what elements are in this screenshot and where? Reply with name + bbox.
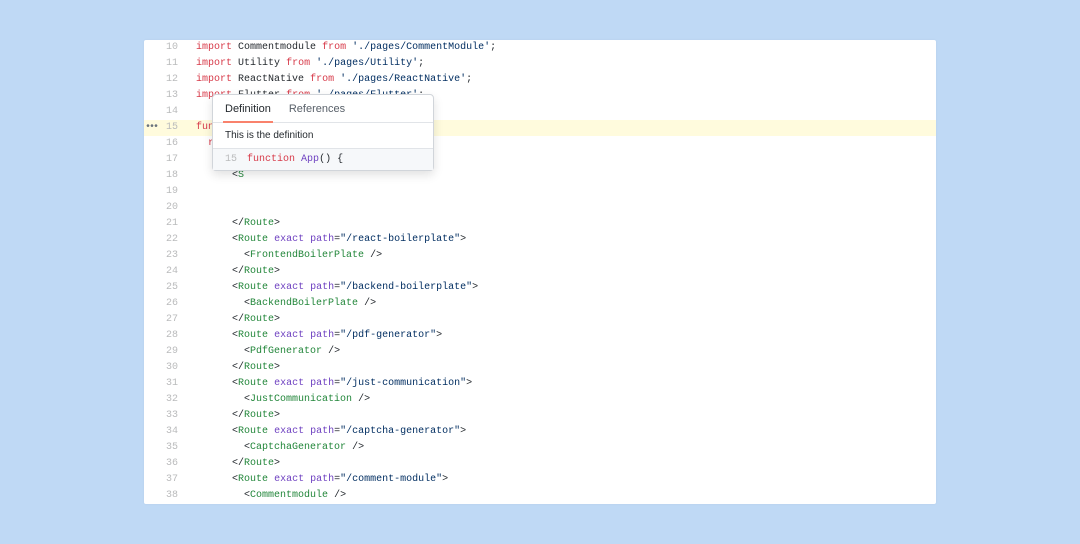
line-number[interactable]: 21: [158, 216, 186, 232]
code-content[interactable]: <CaptchaGenerator />: [186, 440, 936, 456]
line-number[interactable]: 35: [158, 440, 186, 456]
code-content[interactable]: <Route exact path="/pdf-generator">: [186, 328, 936, 344]
line-number[interactable]: 27: [158, 312, 186, 328]
code-content[interactable]: import Commentmodule from './pages/Comme…: [186, 40, 936, 56]
code-line[interactable]: 21 </Route>: [144, 216, 936, 232]
code-line[interactable]: 32 <JustCommunication />: [144, 392, 936, 408]
line-number[interactable]: 22: [158, 232, 186, 248]
code-content[interactable]: <JustCommunication />: [186, 392, 936, 408]
line-number[interactable]: 20: [158, 200, 186, 216]
line-number[interactable]: 18: [158, 168, 186, 184]
line-number[interactable]: 24: [158, 264, 186, 280]
line-number[interactable]: 23: [158, 248, 186, 264]
code-content[interactable]: import Utility from './pages/Utility';: [186, 56, 936, 72]
line-number[interactable]: 16: [158, 136, 186, 152]
line-number[interactable]: 31: [158, 376, 186, 392]
code-content[interactable]: <Route exact path="/backend-boilerplate"…: [186, 280, 936, 296]
definition-popup: Definition References This is the defini…: [212, 94, 434, 171]
code-content[interactable]: </Route>: [186, 408, 936, 424]
code-line[interactable]: 34 <Route exact path="/captcha-generator…: [144, 424, 936, 440]
line-number[interactable]: 38: [158, 488, 186, 504]
line-number[interactable]: 26: [158, 296, 186, 312]
code-content[interactable]: <Route exact path="/just-communication">: [186, 376, 936, 392]
code-line[interactable]: 37 <Route exact path="/comment-module">: [144, 472, 936, 488]
line-number[interactable]: 13: [158, 88, 186, 104]
code-content[interactable]: </Route>: [186, 216, 936, 232]
line-number[interactable]: 14: [158, 104, 186, 120]
code-content[interactable]: <PdfGenerator />: [186, 344, 936, 360]
code-line[interactable]: 30 </Route>: [144, 360, 936, 376]
code-line[interactable]: 24 </Route>: [144, 264, 936, 280]
code-content[interactable]: </Route>: [186, 312, 936, 328]
tab-references[interactable]: References: [287, 101, 347, 122]
code-line[interactable]: 20: [144, 200, 936, 216]
code-line[interactable]: 38 <Commentmodule />: [144, 488, 936, 504]
line-number[interactable]: 25: [158, 280, 186, 296]
line-number[interactable]: 11: [158, 56, 186, 72]
line-number[interactable]: 37: [158, 472, 186, 488]
popup-body-text: This is the definition: [213, 123, 433, 148]
popup-tabs: Definition References: [213, 95, 433, 123]
code-content[interactable]: <Commentmodule />: [186, 488, 936, 504]
line-number[interactable]: 33: [158, 408, 186, 424]
popup-code-content: function App() {: [247, 154, 343, 165]
code-line[interactable]: 22 <Route exact path="/react-boilerplate…: [144, 232, 936, 248]
line-number[interactable]: 19: [158, 184, 186, 200]
code-line[interactable]: 11import Utility from './pages/Utility';: [144, 56, 936, 72]
line-number[interactable]: 12: [158, 72, 186, 88]
code-content[interactable]: </Route>: [186, 360, 936, 376]
line-number[interactable]: 34: [158, 424, 186, 440]
code-line[interactable]: 29 <PdfGenerator />: [144, 344, 936, 360]
code-line[interactable]: 19: [144, 184, 936, 200]
code-content[interactable]: <BackendBoilerPlate />: [186, 296, 936, 312]
code-line[interactable]: 35 <CaptchaGenerator />: [144, 440, 936, 456]
code-content[interactable]: <Route exact path="/captcha-generator">: [186, 424, 936, 440]
code-line[interactable]: 28 <Route exact path="/pdf-generator">: [144, 328, 936, 344]
code-line[interactable]: 26 <BackendBoilerPlate />: [144, 296, 936, 312]
code-line[interactable]: 25 <Route exact path="/backend-boilerpla…: [144, 280, 936, 296]
code-line[interactable]: 36 </Route>: [144, 456, 936, 472]
code-content[interactable]: <Route exact path="/react-boilerplate">: [186, 232, 936, 248]
code-line[interactable]: 27 </Route>: [144, 312, 936, 328]
line-number[interactable]: 29: [158, 344, 186, 360]
code-line[interactable]: 12import ReactNative from './pages/React…: [144, 72, 936, 88]
tab-definition[interactable]: Definition: [223, 101, 273, 123]
line-number[interactable]: 28: [158, 328, 186, 344]
line-number[interactable]: 15: [158, 120, 186, 136]
code-content[interactable]: <Route exact path="/comment-module">: [186, 472, 936, 488]
code-editor: 10import Commentmodule from './pages/Com…: [144, 40, 936, 504]
popup-code-snippet[interactable]: 15 function App() {: [213, 148, 433, 170]
popup-code-line-number: 15: [225, 154, 237, 165]
line-number[interactable]: 17: [158, 152, 186, 168]
code-content[interactable]: import ReactNative from './pages/ReactNa…: [186, 72, 936, 88]
code-line[interactable]: 31 <Route exact path="/just-communicatio…: [144, 376, 936, 392]
code-content[interactable]: </Route>: [186, 456, 936, 472]
line-number[interactable]: 30: [158, 360, 186, 376]
expand-icon[interactable]: •••: [144, 120, 158, 136]
line-number[interactable]: 36: [158, 456, 186, 472]
code-content[interactable]: </Route>: [186, 264, 936, 280]
code-line[interactable]: 10import Commentmodule from './pages/Com…: [144, 40, 936, 56]
code-line[interactable]: 23 <FrontendBoilerPlate />: [144, 248, 936, 264]
line-number[interactable]: 10: [158, 40, 186, 56]
code-content[interactable]: <FrontendBoilerPlate />: [186, 248, 936, 264]
code-line[interactable]: 33 </Route>: [144, 408, 936, 424]
line-number[interactable]: 32: [158, 392, 186, 408]
